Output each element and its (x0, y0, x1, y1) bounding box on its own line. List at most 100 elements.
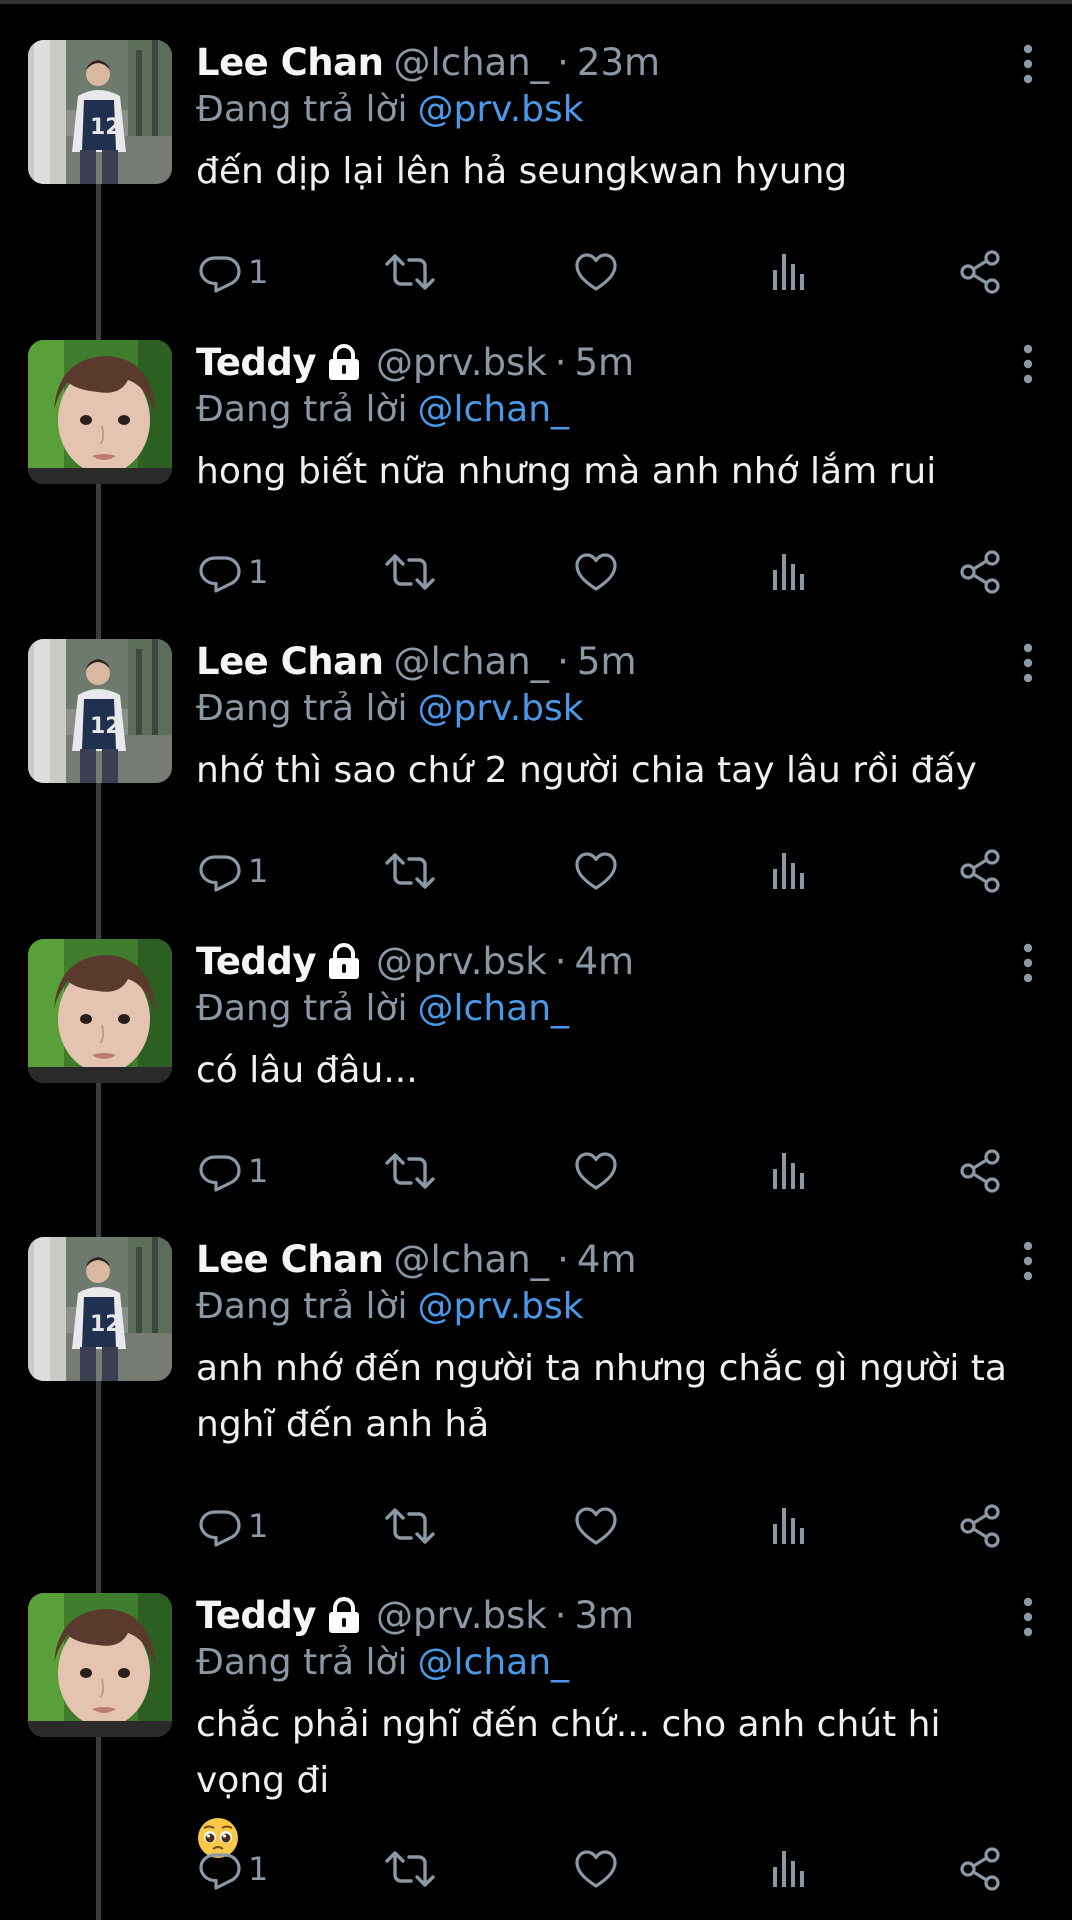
like-button[interactable] (572, 1498, 620, 1554)
retweet-button[interactable] (382, 1498, 438, 1554)
share-icon (956, 1502, 1004, 1550)
author-name[interactable]: Lee Chan (196, 1237, 384, 1283)
author-handle[interactable]: @lchan_ (393, 639, 549, 685)
share-button[interactable] (956, 1498, 1004, 1554)
reply-button[interactable]: 1 (196, 544, 268, 600)
author-handle[interactable]: @lchan_ (393, 40, 549, 86)
replying-to-handle[interactable]: @lchan_ (418, 389, 570, 430)
avatar[interactable] (28, 340, 172, 484)
replying-to-handle[interactable]: @prv.bsk (418, 89, 584, 130)
tweet-actions: 1 (196, 1143, 1016, 1199)
reply-icon (196, 1147, 244, 1195)
reply-icon (196, 248, 244, 296)
separator-dot: · (554, 1594, 567, 1637)
separator-dot: · (554, 341, 567, 384)
retweet-button[interactable] (382, 544, 438, 600)
share-button[interactable] (956, 544, 1004, 600)
reply-count: 1 (248, 553, 269, 591)
bar-chart-icon (766, 1845, 814, 1893)
author-handle[interactable]: @lchan_ (393, 1237, 549, 1283)
replying-to-handle[interactable]: @lchan_ (418, 1642, 570, 1683)
more-vertical-icon[interactable] (1020, 943, 1036, 983)
like-button[interactable] (572, 1841, 620, 1897)
bar-chart-icon (766, 248, 814, 296)
reply-count: 1 (248, 253, 269, 291)
separator-dot: · (557, 41, 569, 84)
retweet-button[interactable] (382, 843, 438, 899)
timestamp[interactable]: 3m (574, 1593, 634, 1639)
reply-button[interactable]: 1 (196, 1841, 268, 1897)
timestamp[interactable]: 5m (574, 340, 634, 386)
reply-icon (196, 548, 244, 596)
views-button[interactable] (766, 1498, 814, 1554)
lock-icon (324, 344, 364, 382)
retweet-button[interactable] (382, 1841, 438, 1897)
author-name[interactable]: Lee Chan (196, 40, 384, 86)
avatar[interactable] (28, 939, 172, 1083)
author-handle[interactable]: @prv.bsk (376, 939, 547, 985)
timestamp[interactable]: 4m (574, 939, 634, 985)
replying-to-handle[interactable]: @prv.bsk (418, 1286, 584, 1327)
reply-button[interactable]: 1 (196, 1498, 268, 1554)
replying-to-label: Đang trả lời (196, 1286, 408, 1327)
reply-icon (196, 847, 244, 895)
timestamp[interactable]: 5m (577, 639, 637, 685)
more-vertical-icon[interactable] (1020, 44, 1036, 84)
lock-icon (324, 943, 364, 981)
timestamp[interactable]: 23m (577, 40, 660, 86)
replying-to-label: Đang trả lời (196, 988, 408, 1029)
more-vertical-icon[interactable] (1020, 1597, 1036, 1637)
views-button[interactable] (766, 544, 814, 600)
retweet-button[interactable] (382, 244, 438, 300)
like-button[interactable] (572, 1143, 620, 1199)
heart-icon (572, 248, 620, 296)
author-name[interactable]: Lee Chan (196, 639, 384, 685)
like-button[interactable] (572, 244, 620, 300)
replying-to-label: Đang trả lời (196, 389, 408, 430)
retweet-icon (382, 847, 438, 895)
views-button[interactable] (766, 843, 814, 899)
replying-to-handle[interactable]: @prv.bsk (418, 688, 584, 729)
replying-to-handle[interactable]: @lchan_ (418, 988, 570, 1029)
author-handle[interactable]: @prv.bsk (376, 340, 547, 386)
like-button[interactable] (572, 544, 620, 600)
like-button[interactable] (572, 843, 620, 899)
author-name[interactable]: Teddy (196, 340, 317, 386)
share-button[interactable] (956, 1841, 1004, 1897)
more-vertical-icon[interactable] (1020, 1241, 1036, 1281)
bar-chart-icon (766, 847, 814, 895)
share-button[interactable] (956, 1143, 1004, 1199)
reply-count: 1 (248, 1507, 269, 1545)
author-name[interactable]: Teddy (196, 939, 317, 985)
more-vertical-icon[interactable] (1020, 643, 1036, 683)
views-button[interactable] (766, 1841, 814, 1897)
views-button[interactable] (766, 244, 814, 300)
heart-icon (572, 1502, 620, 1550)
heart-icon (572, 1147, 620, 1195)
retweet-icon (382, 548, 438, 596)
more-vertical-icon[interactable] (1020, 344, 1036, 384)
reply-button[interactable]: 1 (196, 843, 268, 899)
tweet-text: chắc phải nghĩ đến chứ... cho anh chút h… (196, 1704, 941, 1801)
views-button[interactable] (766, 1143, 814, 1199)
tweet-actions: 1 (196, 843, 1016, 899)
avatar[interactable] (28, 40, 172, 184)
replying-to-label: Đang trả lời (196, 1642, 408, 1683)
share-icon (956, 1147, 1004, 1195)
share-button[interactable] (956, 843, 1004, 899)
lock-icon (324, 1597, 364, 1635)
avatar[interactable] (28, 639, 172, 783)
timestamp[interactable]: 4m (577, 1237, 637, 1283)
retweet-button[interactable] (382, 1143, 438, 1199)
avatar[interactable] (28, 1237, 172, 1381)
reply-button[interactable]: 1 (196, 1143, 268, 1199)
author-name[interactable]: Teddy (196, 1593, 317, 1639)
bar-chart-icon (766, 548, 814, 596)
share-button[interactable] (956, 244, 1004, 300)
avatar[interactable] (28, 1593, 172, 1737)
author-handle[interactable]: @prv.bsk (376, 1593, 547, 1639)
reply-button[interactable]: 1 (196, 244, 268, 300)
reply-count: 1 (248, 1850, 269, 1888)
tweet-actions: 1 (196, 244, 1016, 300)
tweet-actions: 1 (196, 1498, 1016, 1554)
